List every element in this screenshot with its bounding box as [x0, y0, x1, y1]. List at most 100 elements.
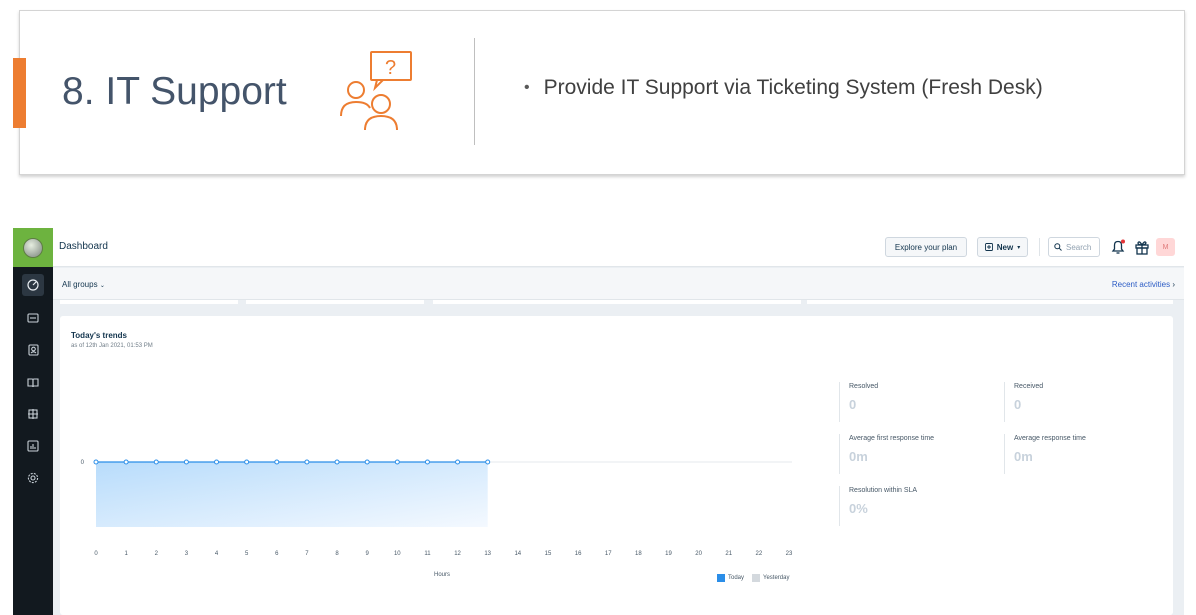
- x-tick-label: 21: [725, 551, 732, 557]
- svg-text:?: ?: [385, 57, 396, 79]
- chevron-down-icon: ⌄: [99, 283, 105, 289]
- metric-value: 0: [849, 397, 857, 412]
- metric-response-time: Average response time 0m: [1004, 434, 1164, 474]
- x-tick-label: 2: [155, 551, 159, 557]
- data-point: [214, 459, 220, 465]
- avatar[interactable]: M: [1156, 238, 1175, 256]
- header-divider: [474, 38, 475, 145]
- legend-yesterday[interactable]: Yesterday: [752, 574, 789, 582]
- summary-tile: [807, 300, 1173, 304]
- contacts-icon[interactable]: [22, 339, 44, 361]
- metric-received: Received 0: [1004, 382, 1164, 422]
- todays-trends-card: Today's trends as of 12th Jan 2021, 01:5…: [60, 316, 1173, 615]
- accent-bar: [13, 58, 26, 128]
- data-point: [394, 459, 400, 465]
- new-button[interactable]: New ▾: [977, 237, 1028, 257]
- recent-activities-label: Recent activities: [1111, 280, 1171, 289]
- x-tick-label: 18: [635, 551, 642, 557]
- data-point: [424, 459, 430, 465]
- data-point: [244, 459, 250, 465]
- admin-icon[interactable]: [22, 467, 44, 489]
- metric-label: Average first response time: [849, 435, 935, 442]
- trend-chart: 00 1 2 3 4 5 6 7 8 9 10 11 12 13 14 15 16 17 18 19 20 21 22 23: [81, 459, 793, 557]
- x-tick-label: 8: [335, 551, 339, 557]
- tickets-icon[interactable]: [22, 307, 44, 329]
- metric-label: Resolved: [849, 383, 879, 390]
- x-tick-label: 5: [245, 551, 249, 557]
- y-tick-label: 0: [81, 460, 85, 466]
- bullet-item: • Provide IT Support via Ticketing Syste…: [524, 76, 1043, 100]
- x-tick-label: 3: [185, 551, 189, 557]
- metric-resolved: Resolved 0: [839, 382, 999, 422]
- freshdesk-screenshot: Dashboard Explore your plan New ▾ Search…: [13, 228, 1184, 615]
- legend-swatch-yesterday: [752, 574, 761, 582]
- chart-legend: Today Yesterday: [717, 574, 789, 582]
- x-tick-label: 16: [575, 551, 582, 557]
- data-point: [304, 459, 310, 465]
- search-input[interactable]: Search: [1048, 237, 1100, 257]
- x-tick-label: 15: [545, 551, 552, 557]
- legend-swatch-today: [717, 574, 725, 582]
- data-point: [153, 459, 159, 465]
- groups-filter-dropdown[interactable]: All groups ⌄: [62, 280, 105, 289]
- x-tick-label: 11: [424, 551, 431, 557]
- metric-label: Received: [1014, 383, 1044, 390]
- search-placeholder: Search: [1066, 242, 1092, 252]
- legend-yesterday-label: Yesterday: [763, 575, 790, 581]
- data-point: [93, 459, 99, 465]
- x-tick-label: 0: [94, 551, 98, 557]
- legend-today[interactable]: Today: [717, 574, 744, 582]
- series-today-area: [96, 462, 488, 527]
- data-point: [364, 459, 370, 465]
- forums-icon[interactable]: [22, 403, 44, 425]
- top-bar: Dashboard Explore your plan New ▾ Search…: [53, 228, 1184, 267]
- metric-value: 0m: [1014, 449, 1033, 464]
- x-tick-label: 4: [215, 551, 219, 557]
- x-tick-label: 12: [454, 551, 461, 557]
- x-tick-label: 14: [514, 551, 521, 557]
- page-title: Dashboard: [59, 241, 108, 252]
- metric-value: 0m: [849, 449, 868, 464]
- summary-tile: [433, 300, 801, 304]
- legend-today-label: Today: [728, 575, 745, 581]
- people-question-icon: ?: [340, 51, 412, 131]
- x-axis-title: Hours: [434, 572, 451, 578]
- data-point: [334, 459, 340, 465]
- x-tick-label: 22: [756, 551, 763, 557]
- data-point: [274, 459, 280, 465]
- x-tick-label: 23: [786, 551, 793, 557]
- data-point: [123, 459, 129, 465]
- plus-box-icon: [984, 243, 993, 251]
- metric-resolution-sla: Resolution within SLA 0%: [839, 486, 999, 526]
- slide-title: 8. IT Support: [62, 70, 287, 113]
- bullet-dot: •: [524, 79, 530, 96]
- explore-plan-button[interactable]: Explore your plan: [885, 237, 967, 257]
- x-tick-label: 9: [366, 551, 370, 557]
- logo-icon: [23, 237, 43, 258]
- new-label: New: [996, 242, 1014, 252]
- search-icon: [1054, 243, 1062, 251]
- toolbar-divider: [1039, 238, 1040, 256]
- x-tick-label: 10: [394, 551, 401, 557]
- metric-label: Resolution within SLA: [849, 487, 918, 494]
- chevron-down-icon: ▾: [1017, 244, 1021, 251]
- x-tick-label: 7: [305, 551, 309, 557]
- groups-filter-label: All groups: [62, 280, 98, 289]
- notification-bell-icon[interactable]: [1109, 238, 1127, 256]
- gift-icon[interactable]: [1133, 238, 1151, 256]
- summary-tile: [246, 300, 424, 304]
- reports-icon[interactable]: [22, 435, 44, 457]
- solutions-icon[interactable]: [22, 371, 44, 393]
- x-tick-label: 1: [124, 551, 128, 557]
- explore-plan-label: Explore your plan: [894, 242, 958, 252]
- x-tick-label: 19: [665, 551, 672, 557]
- sidebar: [13, 228, 53, 615]
- x-tick-label: 13: [484, 551, 491, 557]
- x-tick-label: 6: [275, 551, 279, 557]
- metric-value: 0: [1014, 397, 1022, 412]
- dashboard-icon[interactable]: [22, 274, 44, 296]
- summary-tile: [60, 300, 238, 304]
- recent-activities-link[interactable]: Recent activities ›: [1112, 280, 1175, 289]
- x-tick-label: 17: [605, 551, 612, 557]
- freshdesk-logo[interactable]: [13, 228, 53, 267]
